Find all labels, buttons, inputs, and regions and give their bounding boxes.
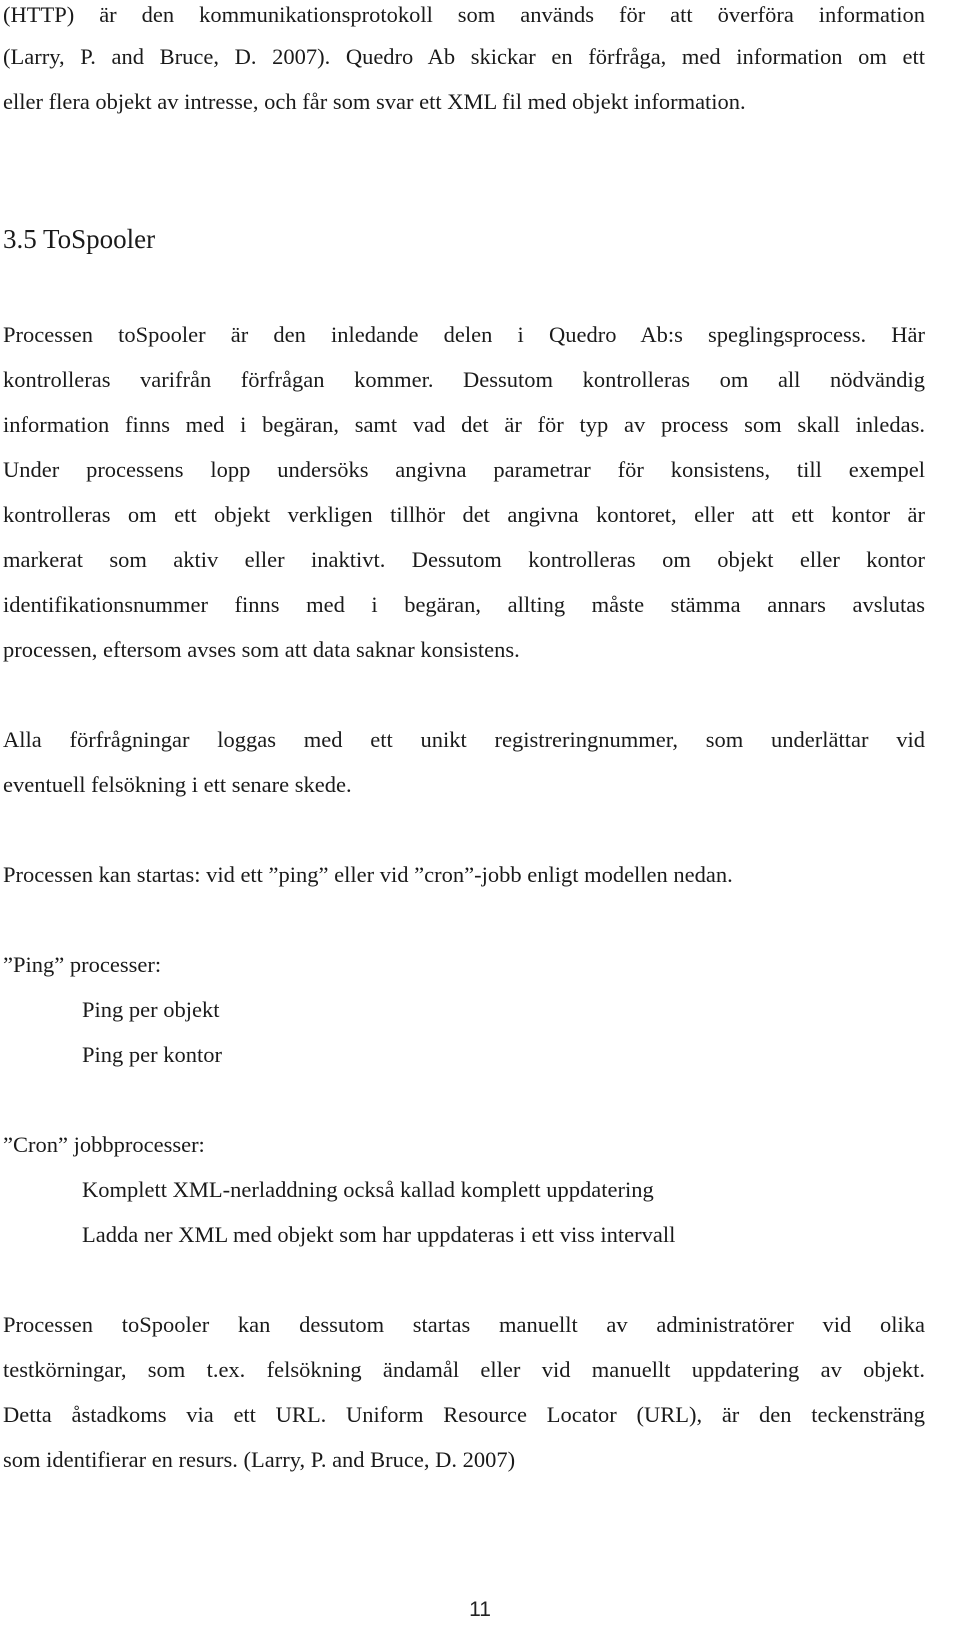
list-item: Ping per objekt [82,997,220,1022]
text-line: information finns med i begäran, samt va… [3,412,925,437]
list-item: Ladda ner XML med objekt som har uppdate… [82,1222,676,1247]
text-line: identifikationsnummer finns med i begära… [3,592,925,617]
text-line: Processen toSpooler är den inledande del… [3,322,925,347]
text-line: Detta åstadkoms via ett URL. Uniform Res… [3,1402,925,1427]
text-line: Alla förfrågningar loggas med ett unikt … [3,727,925,752]
text-line: Under processens lopp undersöks angivna … [3,457,925,482]
text-line: (Larry, P. and Bruce, D. 2007). Quedro A… [3,44,925,69]
paragraph: Processen kan startas: vid ett ”ping” el… [3,862,733,887]
page-number: 11 [469,1598,491,1621]
text-line: som identifierar en resurs. (Larry, P. a… [3,1447,516,1472]
list-title: ”Ping” processer: [3,952,162,977]
text-line: markerat som aktiv eller inaktivt. Dessu… [3,547,925,572]
list-item: Ping per kontor [82,1042,222,1067]
text-line: kontrolleras om ett objekt verkligen til… [3,502,925,527]
text-line: testkörningar, som t.ex. felsökning ända… [3,1357,925,1382]
text-line: (HTTP) är den kommunikationsprotokoll so… [3,2,925,27]
text-line: kontrolleras varifrån förfrågan kommer. … [3,367,925,392]
text-line: Processen toSpooler kan dessutom startas… [3,1312,925,1337]
text-line: eventuell felsökning i ett senare skede. [3,772,352,797]
section-heading: 3.5 ToSpooler [3,224,156,254]
text-line: processen, eftersom avses som att data s… [3,637,520,662]
list-title: ”Cron” jobbprocesser: [3,1132,205,1157]
list-item: Komplett XML-nerladdning också kallad ko… [82,1177,654,1202]
text-line: eller flera objekt av intresse, och får … [3,89,746,114]
